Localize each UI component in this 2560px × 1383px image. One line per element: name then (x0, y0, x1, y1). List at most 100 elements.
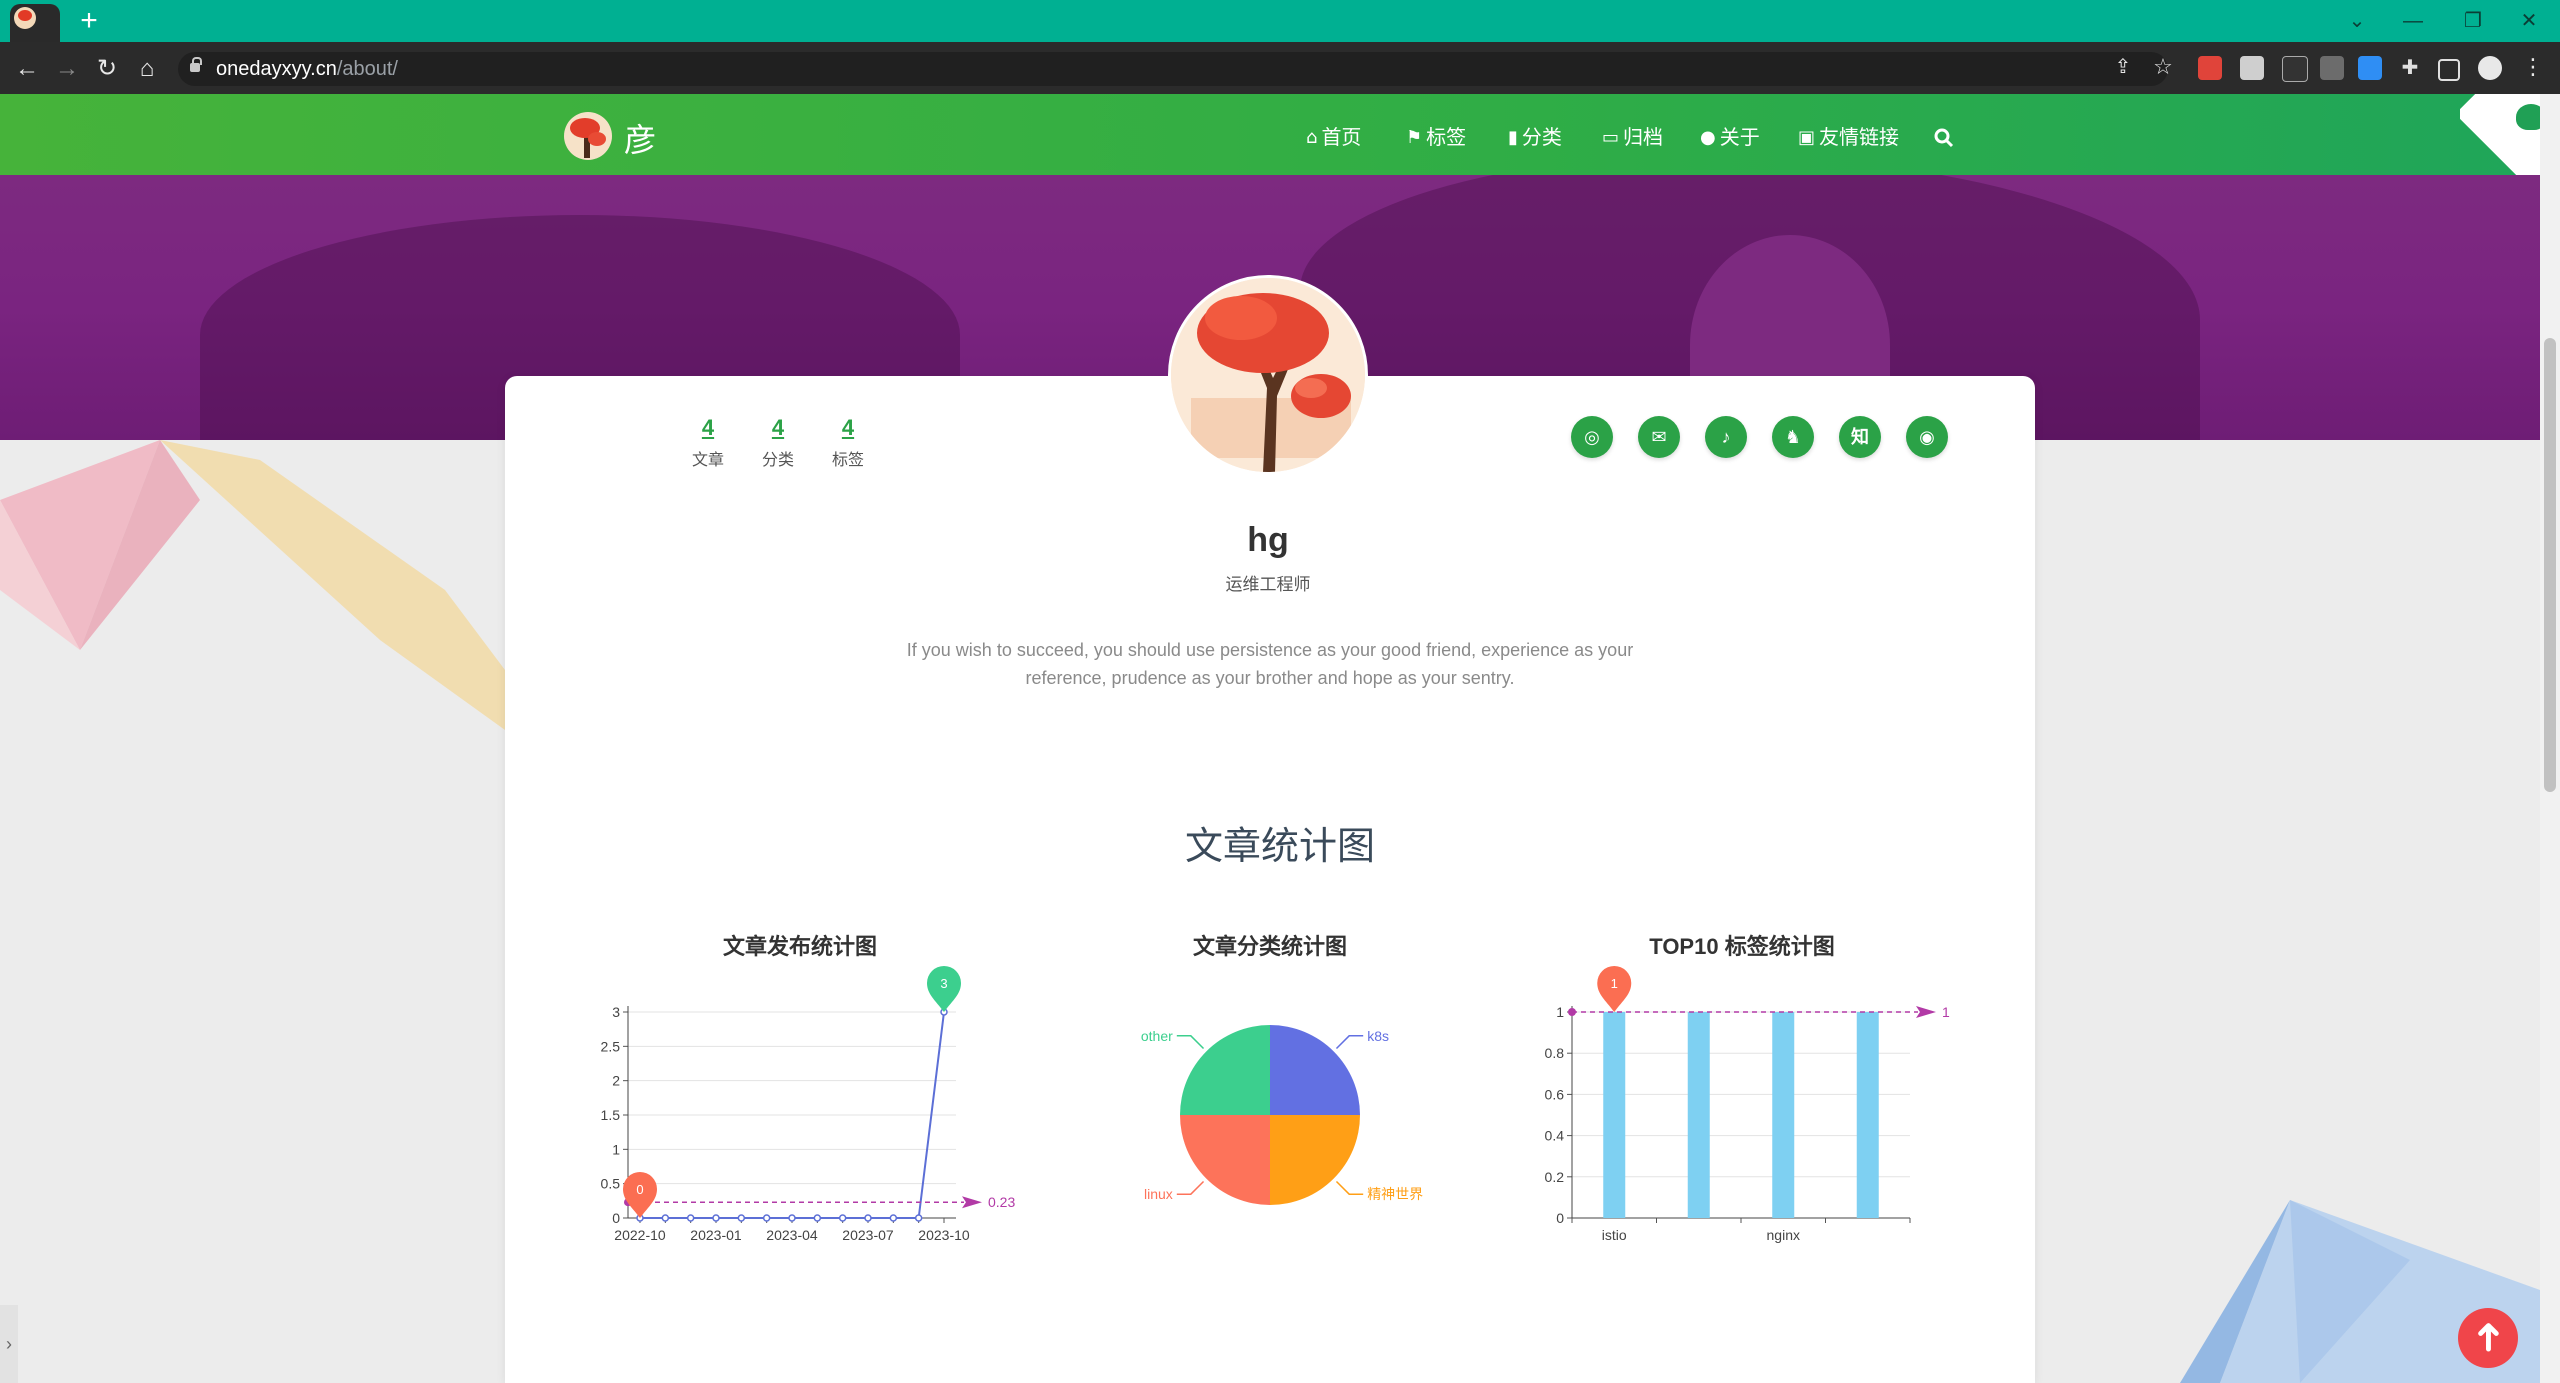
url-host: onedayxyy.cn (216, 58, 337, 80)
nav-archive[interactable]: ▭ 归档 (1602, 124, 1663, 152)
data-point (686, 1214, 695, 1222)
close-window-button[interactable]: ✕ (2512, 6, 2546, 36)
user-circle-icon: ● (1700, 127, 1716, 148)
arrow-up-icon: ➜ (2465, 1320, 2510, 1354)
y-tick-label: 1 (612, 1141, 620, 1157)
tab-search-icon[interactable]: ⌄ (2340, 6, 2374, 36)
nav-archive-label: 归档 (1623, 127, 1664, 149)
data-point (838, 1214, 847, 1222)
x-tick-label: 2023-07 (842, 1227, 894, 1243)
tags-chart-title: TOP10 标签统计图 (1649, 934, 1835, 959)
nav-categories[interactable]: ▮ 分类 (1508, 124, 1562, 152)
new-tab-button[interactable]: + (74, 4, 104, 38)
zhihu-icon[interactable]: 知 (1839, 416, 1881, 458)
y-tick-label: 1 (1556, 1004, 1564, 1020)
profile-avatar-icon[interactable] (2478, 56, 2502, 80)
data-point (712, 1214, 720, 1222)
y-tick-label: 0.8 (1545, 1045, 1565, 1061)
data-point (864, 1214, 872, 1222)
lock-icon[interactable] (190, 57, 202, 72)
address-bar[interactable] (178, 52, 2168, 86)
profile-motto: If you wish to succeed, you should use p… (906, 640, 1634, 688)
publish-chart-title: 文章发布统计图 (722, 934, 877, 959)
nav-friend-links[interactable]: ▣ 友情链接 (1798, 124, 1899, 152)
extension-badge-icon[interactable] (2282, 56, 2308, 82)
stat-categories-count[interactable]: 4 (748, 415, 808, 441)
pie-slice-label: linux (1144, 1186, 1173, 1202)
rss-icon[interactable]: ◉ (1906, 416, 1948, 458)
forward-icon[interactable]: → (50, 54, 84, 84)
restore-button[interactable]: ❐ (2456, 6, 2490, 36)
url-text[interactable]: onedayxyy.cn/about/ (216, 57, 398, 81)
pie-slice-label: 精神世界 (1367, 1186, 1423, 1202)
y-tick-label: 1.5 (601, 1107, 621, 1123)
email-icon[interactable]: ✉ (1638, 416, 1680, 458)
site-favicon-icon (14, 7, 36, 29)
qq-icon[interactable]: ♞ (1772, 416, 1814, 458)
nav-categories-label: 分类 (1521, 127, 1562, 149)
profile-role: 运维工程师 (1225, 575, 1311, 594)
y-tick-label: 2 (612, 1073, 620, 1089)
home-page-icon[interactable]: ⌂ (130, 54, 164, 84)
back-to-top-button[interactable]: ➜ (2458, 1308, 2518, 1368)
site-logo-icon[interactable] (564, 112, 612, 160)
nav-about[interactable]: ● 关于 (1700, 124, 1760, 152)
reload-icon[interactable]: ↻ (90, 54, 124, 84)
stat-posts-label: 文章 (691, 452, 724, 469)
y-tick-label: 0.2 (1545, 1169, 1565, 1185)
nav-home[interactable]: ⌂ 首页 (1306, 124, 1361, 152)
extension-red-icon[interactable] (2198, 56, 2222, 80)
bookmark-icon: ▮ (1508, 127, 1518, 148)
pie-slice-label: k8s (1367, 1028, 1389, 1044)
bookmark-star-icon[interactable]: ☆ (2146, 52, 2180, 82)
extension-book-icon[interactable] (2240, 56, 2264, 80)
data-point (737, 1214, 746, 1222)
x-tick-label: 2023-04 (766, 1227, 818, 1243)
extensions-puzzle-icon[interactable]: ✚ (2398, 56, 2422, 80)
x-tick-label: istio (1602, 1227, 1627, 1243)
y-tick-label: 3 (612, 1004, 620, 1020)
minimize-button[interactable]: — (2396, 6, 2430, 36)
data-point (661, 1214, 670, 1222)
extension-camera-icon[interactable] (2320, 56, 2344, 80)
stats-section-title: 文章统计图 (1184, 826, 1375, 868)
address-book-icon: ▣ (1798, 127, 1816, 148)
side-toggle-icon[interactable]: › (0, 1305, 18, 1383)
browser-menu-icon[interactable]: ⋮ (2516, 52, 2550, 82)
nav-home-label: 首页 (1321, 127, 1362, 149)
lowpoly-decoration-left (0, 440, 505, 730)
bar (1687, 1012, 1710, 1218)
tags-bar-chart: 0 0.2 0.4 0.6 0.8 1 istio nginx 1 1 (1545, 966, 1950, 1243)
github-icon[interactable]: ◎ (1571, 416, 1613, 458)
twitter-icon[interactable]: ♪ (1705, 416, 1747, 458)
data-point (762, 1214, 771, 1222)
profile-name: hg (1247, 521, 1289, 559)
stat-posts-count[interactable]: 4 (678, 415, 738, 441)
min-marker-label: 0 (636, 1182, 643, 1197)
category-pie-chart: k8s 精神世界 linux other (1141, 1025, 1423, 1205)
extension-blue-icon[interactable] (2358, 56, 2382, 80)
y-tick-label: 0 (1556, 1210, 1564, 1226)
site-name[interactable]: 彦 (624, 120, 656, 160)
avatar (1168, 275, 1368, 475)
average-line-arrow (962, 1196, 982, 1209)
tags-icon: ⚑ (1406, 127, 1423, 148)
pie-label-line (1335, 1180, 1364, 1195)
stat-tags-count[interactable]: 4 (818, 415, 878, 441)
site-header (0, 94, 2560, 175)
max-marker-label: 3 (940, 976, 947, 991)
category-chart-title: 文章分类统计图 (1192, 934, 1347, 959)
publish-line-chart: 0 0.5 1 1.5 2 2.5 3 2022-10 2023-01 2023-04 2023-0… (601, 966, 1015, 1243)
archive-icon: ▭ (1602, 127, 1620, 148)
x-tick-label: 2023-01 (690, 1227, 742, 1243)
back-icon[interactable]: ← (10, 54, 44, 84)
max-marker-label: 1 (1611, 976, 1618, 991)
bar (1856, 1012, 1879, 1218)
bar (1603, 1012, 1626, 1218)
search-icon[interactable] (1934, 124, 1954, 152)
side-panel-icon[interactable] (2438, 59, 2460, 81)
page-scrollbar-thumb[interactable] (2544, 338, 2556, 792)
nav-tags[interactable]: ⚑ 标签 (1406, 124, 1466, 152)
y-tick-label: 0.5 (601, 1176, 621, 1192)
share-icon[interactable]: ⇪ (2106, 52, 2140, 82)
